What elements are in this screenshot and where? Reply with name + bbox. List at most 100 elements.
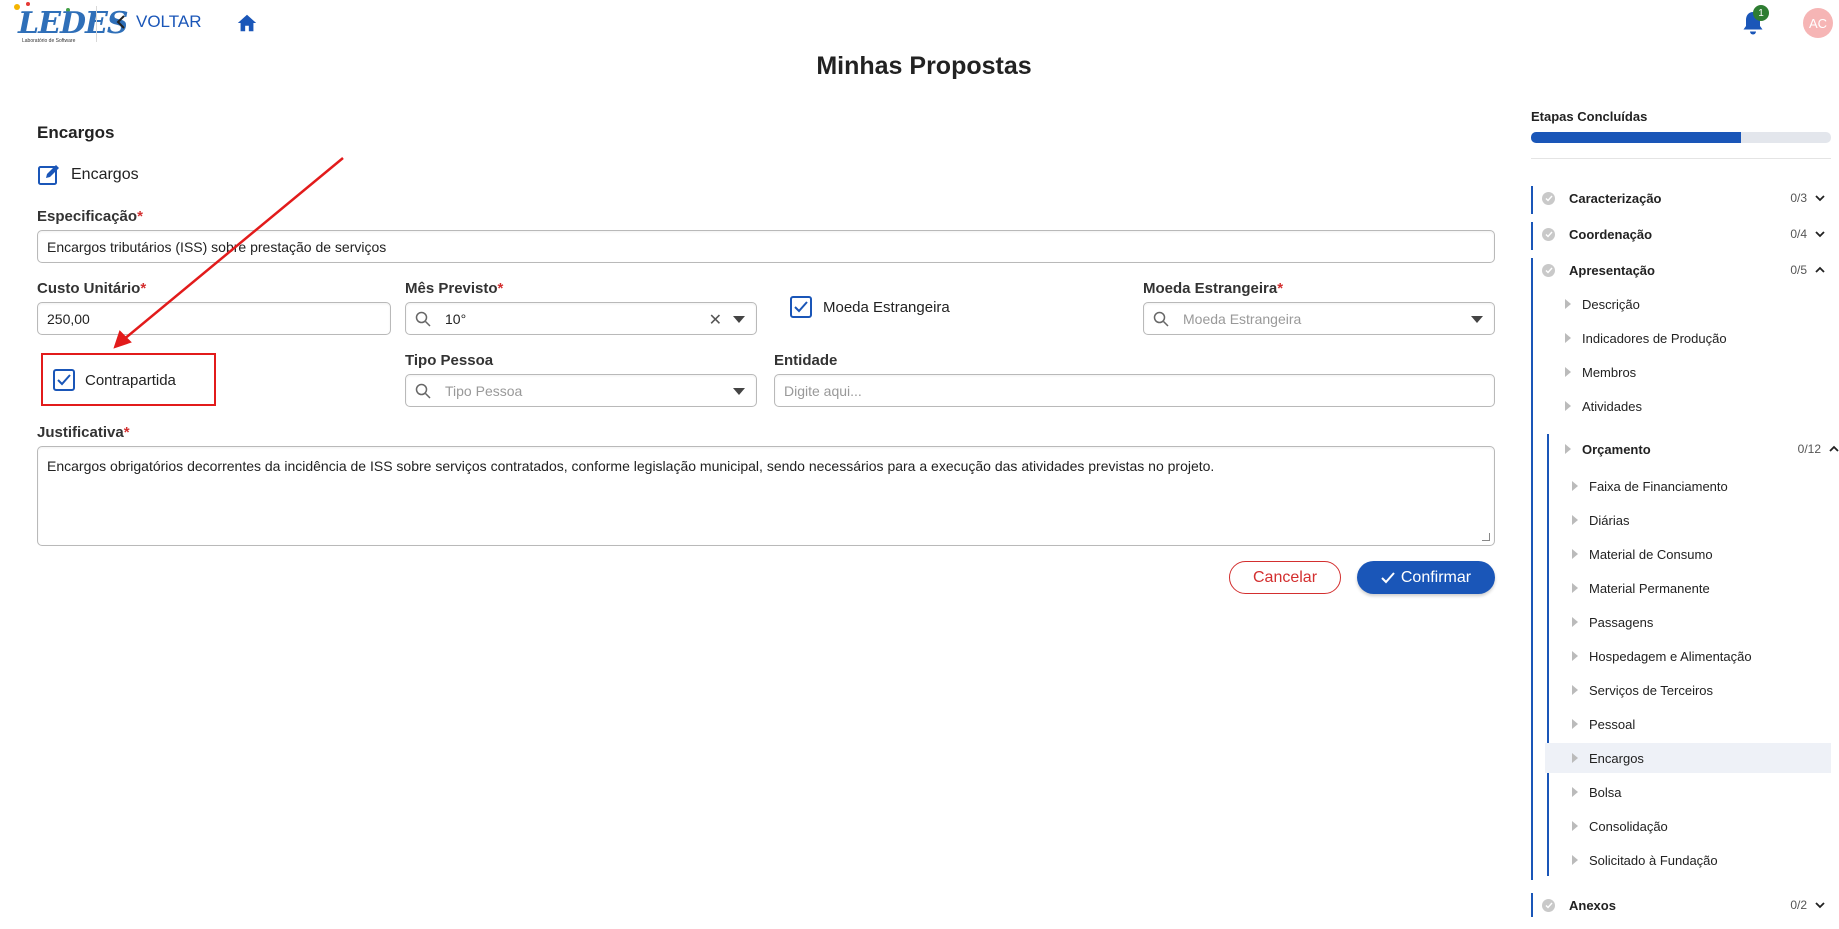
caret-right-icon bbox=[1572, 719, 1578, 729]
substep-membros[interactable]: Membros bbox=[1545, 357, 1839, 387]
step-count: 0/2 bbox=[1790, 898, 1807, 912]
especificacao-input[interactable]: Encargos tributários (ISS) sobre prestaç… bbox=[37, 230, 1495, 263]
home-icon[interactable] bbox=[236, 12, 258, 34]
stages-progress-bar bbox=[1531, 132, 1831, 143]
step-anexos[interactable]: Anexos 0/2 bbox=[1531, 891, 1831, 919]
stages-progress-fill bbox=[1531, 132, 1741, 143]
section-title: Encargos bbox=[37, 123, 115, 142]
step-status-icon bbox=[1542, 264, 1555, 277]
caret-right-icon bbox=[1565, 299, 1571, 309]
substep-rail bbox=[1547, 434, 1549, 876]
caret-right-icon bbox=[1565, 333, 1571, 343]
custo-unitario-input[interactable]: 250,00 bbox=[37, 302, 391, 335]
caret-right-icon bbox=[1572, 515, 1578, 525]
caret-down-icon[interactable] bbox=[1471, 316, 1483, 323]
entidade-input[interactable]: Digite aqui... bbox=[774, 374, 1495, 407]
mes-previsto-value: 10° bbox=[445, 310, 467, 327]
step-count: 0/5 bbox=[1790, 263, 1807, 277]
step-coordenacao[interactable]: Coordenação 0/4 bbox=[1531, 220, 1831, 248]
search-icon bbox=[1153, 311, 1169, 327]
justificativa-textarea[interactable]: Encargos obrigatórios decorrentes da inc… bbox=[37, 446, 1495, 546]
step-rail bbox=[1531, 258, 1533, 880]
substep-encargos[interactable]: Encargos bbox=[1545, 743, 1831, 773]
moeda-estrangeira-label: Moeda Estrangeira* bbox=[1143, 280, 1284, 297]
substep-consolidacao[interactable]: Consolidação bbox=[1552, 811, 1831, 841]
substep-orcamento[interactable]: Orçamento 0/12 bbox=[1545, 434, 1839, 464]
caret-right-icon bbox=[1572, 651, 1578, 661]
ledes-logo[interactable]: LEDES Laboratório de Software bbox=[12, 2, 129, 46]
page-title: Minhas Propostas bbox=[816, 52, 1032, 80]
substep-pessoal[interactable]: Pessoal bbox=[1552, 709, 1831, 739]
moeda-estrangeira-placeholder: Moeda Estrangeira bbox=[1183, 310, 1302, 327]
chevron-up-icon[interactable] bbox=[1815, 265, 1825, 275]
substep-solicitado-fundacao[interactable]: Solicitado à Fundação bbox=[1552, 845, 1831, 875]
substep-material-consumo[interactable]: Material de Consumo bbox=[1552, 539, 1831, 569]
caret-right-icon bbox=[1572, 855, 1578, 865]
check-icon bbox=[794, 301, 808, 313]
step-status-icon bbox=[1542, 192, 1555, 205]
header-divider bbox=[96, 6, 97, 42]
substep-hospedagem[interactable]: Hospedagem e Alimentação bbox=[1552, 641, 1831, 671]
substep-indicadores[interactable]: Indicadores de Produção bbox=[1545, 323, 1839, 353]
caret-right-icon bbox=[1572, 685, 1578, 695]
step-count: 0/12 bbox=[1797, 442, 1821, 456]
chevron-down-icon[interactable] bbox=[1815, 193, 1825, 203]
step-count: 0/3 bbox=[1790, 191, 1807, 205]
moeda-estrangeira-checkbox[interactable] bbox=[790, 296, 812, 318]
panel-divider bbox=[1531, 158, 1831, 159]
step-label: Apresentação bbox=[1569, 262, 1655, 278]
caret-right-icon bbox=[1572, 753, 1578, 763]
clear-icon[interactable]: ✕ bbox=[709, 310, 722, 330]
stages-title: Etapas Concluídas bbox=[1531, 109, 1648, 124]
substep-bolsa[interactable]: Bolsa bbox=[1552, 777, 1831, 807]
edit-icon bbox=[38, 165, 59, 185]
caret-right-icon bbox=[1572, 549, 1578, 559]
caret-down-icon[interactable] bbox=[733, 388, 745, 395]
especificacao-label: Especificação* bbox=[37, 208, 143, 225]
caret-right-icon bbox=[1572, 787, 1578, 797]
moeda-estrangeira-select[interactable]: Moeda Estrangeira bbox=[1143, 302, 1495, 335]
chevron-down-icon[interactable] bbox=[1815, 229, 1825, 239]
tipo-pessoa-select[interactable]: Tipo Pessoa bbox=[405, 374, 757, 407]
confirm-button[interactable]: Confirmar bbox=[1357, 561, 1495, 594]
form-subtitle: Encargos bbox=[37, 163, 139, 187]
resize-handle[interactable] bbox=[1482, 533, 1490, 541]
search-icon bbox=[415, 311, 431, 327]
substep-atividades[interactable]: Atividades bbox=[1545, 391, 1839, 421]
caret-right-icon bbox=[1565, 444, 1571, 454]
entidade-label: Entidade bbox=[774, 352, 838, 369]
substep-passagens[interactable]: Passagens bbox=[1552, 607, 1831, 637]
logo-subtitle: Laboratório de Software bbox=[22, 38, 76, 44]
mes-previsto-select[interactable]: 10° ✕ bbox=[405, 302, 757, 335]
notification-badge: 1 bbox=[1753, 5, 1769, 21]
caret-right-icon bbox=[1572, 821, 1578, 831]
substep-faixa[interactable]: Faixa de Financiamento bbox=[1552, 471, 1831, 501]
step-caracterizacao[interactable]: Caracterização 0/3 bbox=[1531, 184, 1831, 212]
back-label: VOLTAR bbox=[136, 12, 202, 31]
step-status-icon bbox=[1542, 228, 1555, 241]
substep-material-permanente[interactable]: Material Permanente bbox=[1552, 573, 1831, 603]
tipo-pessoa-placeholder: Tipo Pessoa bbox=[445, 382, 523, 399]
caret-down-icon[interactable] bbox=[733, 316, 745, 323]
logo-text: LEDES bbox=[18, 6, 129, 41]
back-button[interactable]: VOLTAR bbox=[116, 12, 202, 32]
check-icon bbox=[1381, 571, 1395, 583]
substep-servicos-terceiros[interactable]: Serviços de Terceiros bbox=[1552, 675, 1831, 705]
chevron-up-icon[interactable] bbox=[1829, 444, 1839, 454]
caret-right-icon bbox=[1572, 617, 1578, 627]
user-avatar[interactable]: AC bbox=[1803, 8, 1833, 38]
step-count: 0/4 bbox=[1790, 227, 1807, 241]
step-label: Anexos bbox=[1569, 897, 1616, 913]
step-apresentacao[interactable]: Apresentação 0/5 bbox=[1531, 256, 1831, 284]
custo-unitario-label: Custo Unitário* bbox=[37, 280, 147, 297]
cancel-button[interactable]: Cancelar bbox=[1229, 561, 1341, 594]
step-label: Coordenação bbox=[1569, 226, 1653, 242]
chevron-down-icon[interactable] bbox=[1815, 900, 1825, 910]
tipo-pessoa-label: Tipo Pessoa bbox=[405, 352, 494, 369]
substep-descricao[interactable]: Descrição bbox=[1545, 289, 1839, 319]
chevron-left-icon bbox=[116, 15, 125, 29]
caret-right-icon bbox=[1565, 367, 1571, 377]
substep-diarias[interactable]: Diárias bbox=[1552, 505, 1831, 535]
step-status-icon bbox=[1542, 899, 1555, 912]
justificativa-label: Justificativa* bbox=[37, 424, 130, 441]
